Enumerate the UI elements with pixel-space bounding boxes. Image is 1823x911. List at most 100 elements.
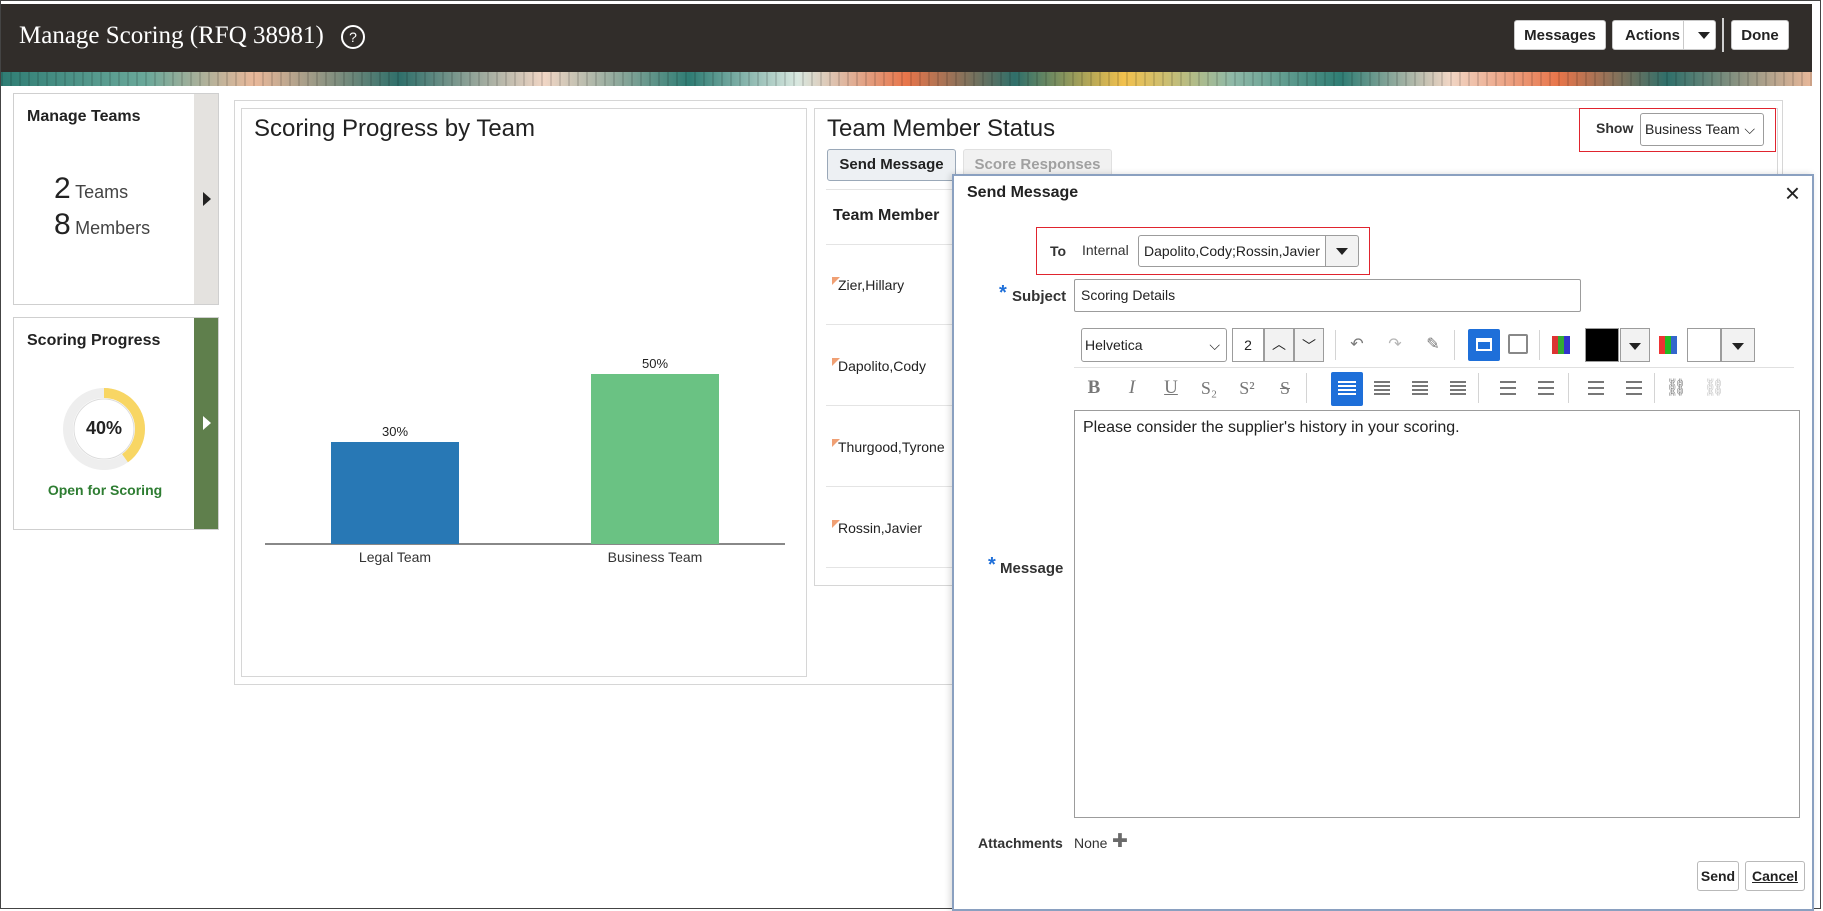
preview-icon[interactable] xyxy=(1508,334,1528,354)
background-color-icon[interactable] xyxy=(1659,336,1677,354)
manage-teams-title: Manage Teams xyxy=(27,108,141,125)
add-attachment-icon[interactable]: ✚ xyxy=(1112,830,1128,853)
toolbar-separator xyxy=(1454,330,1455,360)
team-member-status-title: Team Member Status xyxy=(827,115,1056,142)
member-name: Zier,Hillary xyxy=(838,277,905,293)
close-icon[interactable]: × xyxy=(1785,178,1800,209)
link-icon[interactable]: ⛓ xyxy=(1663,375,1689,401)
table-row[interactable]: Zier,Hillary xyxy=(826,245,956,325)
bulleted-list-icon[interactable] xyxy=(1500,381,1516,383)
bold-icon[interactable]: B xyxy=(1081,375,1107,401)
unlink-icon[interactable]: ⛓ xyxy=(1701,375,1727,401)
scoring-progress-expand[interactable] xyxy=(194,318,218,529)
underline-icon[interactable]: U xyxy=(1158,375,1184,401)
caret-right-icon xyxy=(203,416,211,430)
indent-icon[interactable] xyxy=(1626,381,1642,383)
page-title: Manage Scoring (RFQ 38981) xyxy=(19,22,324,49)
teams-count: 2 xyxy=(54,172,71,205)
table-row[interactable]: Dapolito,Cody xyxy=(826,326,956,406)
to-type: Internal xyxy=(1082,242,1129,258)
teams-count-row: 2 Teams xyxy=(54,172,128,206)
scoring-progress-tile[interactable]: Scoring Progress 40% Open for Scoring xyxy=(13,317,219,530)
help-icon[interactable]: ? xyxy=(341,25,365,49)
actions-divider xyxy=(1683,21,1684,49)
decorative-banner xyxy=(1,72,1812,86)
align-left-icon[interactable] xyxy=(1331,372,1363,406)
required-marker: * xyxy=(999,282,1007,304)
font-family-select[interactable]: Helvetica ⌵ xyxy=(1081,328,1227,362)
actions-label: Actions xyxy=(1625,27,1681,44)
table-row[interactable]: Rossin,Javier xyxy=(826,488,956,568)
italic-icon[interactable]: I xyxy=(1119,375,1145,401)
manage-teams-expand[interactable] xyxy=(194,94,218,304)
done-button[interactable]: Done xyxy=(1731,20,1789,50)
superscript-icon[interactable]: S² xyxy=(1234,375,1260,401)
toolbar-separator xyxy=(1539,330,1540,360)
member-name: Thurgood,Tyrone xyxy=(838,439,945,455)
toolbar-separator xyxy=(1654,373,1655,403)
members-label: Members xyxy=(75,218,151,238)
redo-icon[interactable]: ↷ xyxy=(1382,332,1408,358)
messages-button[interactable]: Messages xyxy=(1514,20,1606,50)
font-size-down-icon[interactable]: ﹀ xyxy=(1294,328,1324,362)
bar-legal-team[interactable] xyxy=(331,442,459,544)
chevron-down-icon xyxy=(1336,248,1348,255)
toolbar-separator xyxy=(1568,373,1569,403)
background-color-swatch[interactable] xyxy=(1687,328,1721,362)
message-editor[interactable]: Please consider the supplier's history i… xyxy=(1074,410,1800,818)
toolbar-separator xyxy=(1478,373,1479,403)
font-family-value: Helvetica xyxy=(1085,337,1143,353)
text-color-icon[interactable] xyxy=(1552,336,1570,354)
subject-label: Subject xyxy=(1012,288,1067,305)
strikethrough-icon[interactable]: S xyxy=(1272,375,1298,401)
scoring-progress-title: Scoring Progress xyxy=(27,332,161,349)
font-size-field[interactable]: 2 xyxy=(1232,328,1264,362)
chevron-down-icon: ⌵ xyxy=(1744,121,1755,137)
text-color-swatch[interactable] xyxy=(1585,328,1619,362)
bar-business-team[interactable] xyxy=(591,374,719,544)
font-size-up-icon[interactable]: ︿ xyxy=(1264,328,1294,362)
align-center-icon[interactable] xyxy=(1374,381,1390,383)
eraser-icon[interactable]: ✎ xyxy=(1420,332,1446,358)
header-separator xyxy=(1722,18,1724,52)
cancel-button[interactable]: Cancel xyxy=(1745,861,1805,891)
progress-percent: 40% xyxy=(85,418,123,438)
undo-icon[interactable]: ↶ xyxy=(1344,332,1370,358)
subject-field[interactable]: Scoring Details xyxy=(1074,279,1581,312)
member-name: Dapolito,Cody xyxy=(838,358,926,374)
show-label: Show xyxy=(1596,120,1634,136)
table-row[interactable]: Thurgood,Tyrone xyxy=(826,407,956,487)
to-dropdown-button[interactable] xyxy=(1325,235,1359,267)
show-select-value: Business Team xyxy=(1645,121,1740,137)
manage-teams-tile[interactable]: Manage Teams 2 Teams 8 Members xyxy=(13,93,219,305)
align-justify-icon[interactable] xyxy=(1450,381,1466,383)
align-right-icon[interactable] xyxy=(1412,381,1428,383)
members-count-row: 8 Members xyxy=(54,208,150,242)
text-color-dropdown[interactable] xyxy=(1620,328,1650,362)
chevron-down-icon xyxy=(1629,343,1641,350)
scoring-status: Open for Scoring xyxy=(47,482,163,498)
chevron-down-icon[interactable] xyxy=(1698,32,1710,39)
outdent-icon[interactable] xyxy=(1588,381,1604,383)
subscript-icon[interactable]: S₂ xyxy=(1196,375,1222,401)
attachments-label: Attachments xyxy=(978,835,1063,851)
source-view-icon[interactable] xyxy=(1468,329,1500,361)
toolbar-separator xyxy=(1335,330,1336,360)
to-recipients-field[interactable]: Dapolito,Cody;Rossin,Javier xyxy=(1138,235,1326,267)
dialog-title: Send Message xyxy=(967,184,1079,201)
team-member-column-header: Team Member xyxy=(833,207,940,224)
message-label: Message xyxy=(1000,560,1064,577)
x-tick-label: Business Team xyxy=(608,549,703,565)
bar-value-label: 30% xyxy=(382,424,408,439)
numbered-list-icon[interactable] xyxy=(1538,381,1554,383)
toolbar-divider xyxy=(1074,367,1794,368)
teams-label: Teams xyxy=(75,182,129,202)
actions-button[interactable]: Actions xyxy=(1612,20,1716,50)
show-select[interactable]: Business Team ⌵ xyxy=(1640,113,1764,146)
send-button[interactable]: Send xyxy=(1697,861,1739,891)
toolbar-separator xyxy=(1306,373,1307,403)
tab-send-message[interactable]: Send Message xyxy=(827,149,956,181)
bar-chart: 30% Legal Team 50% Business Team xyxy=(265,356,785,565)
background-color-dropdown[interactable] xyxy=(1721,328,1755,362)
chevron-down-icon xyxy=(1732,343,1744,350)
